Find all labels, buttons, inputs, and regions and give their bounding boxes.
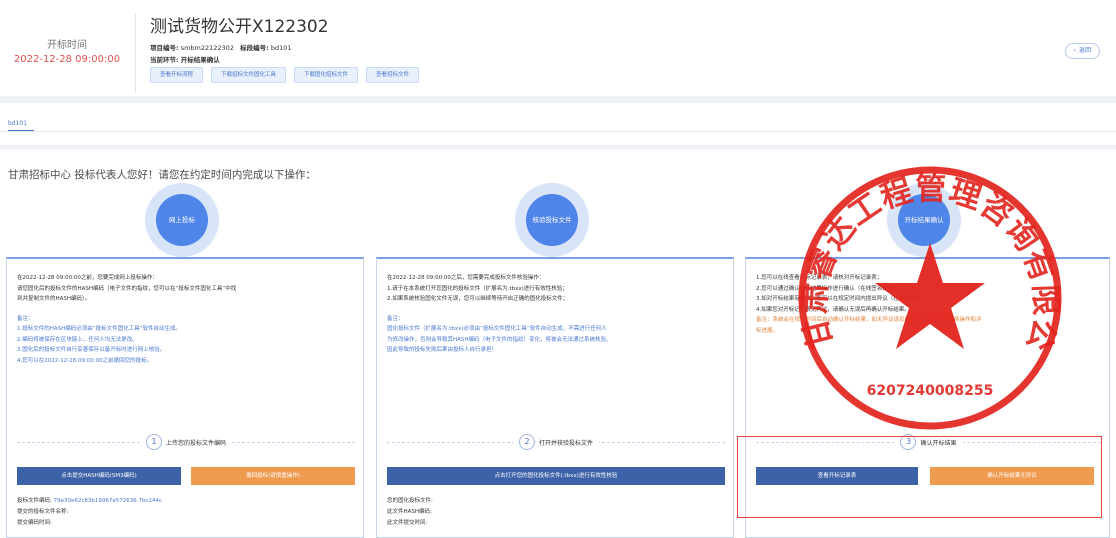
- step-label-verify-file: 核验投标文件: [526, 194, 578, 246]
- download-solidify-tool-button[interactable]: 下载招标文件固化工具: [211, 67, 287, 83]
- section-band: [0, 145, 1116, 149]
- instruction-line: 4.您可以在2022-12-28 09:00:00之前撤回您的投标。: [17, 357, 153, 364]
- section-no-label: 标段编号:: [240, 44, 269, 52]
- panel-instructions: 1.您可以在线查看开标记录表，请核对开标记录表； 2.您可以通过确认开标结果操作进…: [756, 273, 1094, 336]
- instruction-line: 备注：: [17, 315, 34, 322]
- greeting-text: 甘肃招标中心 投标代表人您好！请您在约定时间内完成以下操作：: [8, 169, 316, 181]
- step-label-online-bid: 网上投标: [156, 194, 208, 246]
- tab-bd101[interactable]: bd101: [8, 120, 27, 127]
- instruction-line: 因此导致的投标失败后果由投标人自行承担！: [387, 347, 498, 353]
- info-row: 此文件HASH编码:: [387, 507, 433, 518]
- instruction-line: 备注：系统会在规定时间后自动确认开标结果，如无异议请及时操作，以免影响后续操作和…: [756, 317, 982, 323]
- page-title: 测试货物公开X122302: [150, 17, 329, 37]
- instruction-line: 2.编码将被保存在区块链上，任何人均无法更改。: [17, 336, 138, 343]
- step-panel-online-bid: 在2022-12-28 09:00:00之前，您要完成网上投标操作： 请您固化后的…: [6, 257, 364, 538]
- instruction-line: 请您固化后的投标文件的HASH编码（电子文件的指纹，您可以在“投标文件固化工具”…: [17, 285, 237, 292]
- divider-label: 1 上传您的投标文件编码: [7, 434, 365, 450]
- divider-label: 2 打开并核验投标文件: [377, 434, 735, 450]
- instruction-line: 3.固化后的投标文件自行妥善保存以备开标时进行网上核验。: [17, 347, 166, 353]
- bid-opening-time-label: 开标时间: [47, 40, 87, 51]
- back-button[interactable]: ‹ 返回: [1064, 43, 1100, 59]
- step-label-confirm-result: 开标结果确认: [898, 194, 950, 246]
- header-button-row: 查看开标流程 下载招标文件固化工具 下载固化招标文件 查看招标文件: [150, 67, 420, 83]
- instruction-line: 1.您可以在线查看开标记录表，请核对开标记录表；: [756, 275, 883, 281]
- back-label: 返回: [1078, 47, 1091, 54]
- view-opening-process-button[interactable]: 查看开标流程: [150, 67, 204, 83]
- download-solidified-file-button[interactable]: 下载固化招标文件: [294, 67, 359, 83]
- instruction-line: 固化投标文件（扩展名为.tbxx)必须由“投标文件固化工具”软件自动生成，不需进…: [387, 326, 607, 332]
- info-row: 投标文件编码: 79e30e62c83b19967e572636 7bc244c: [17, 496, 162, 507]
- instruction-line: 到并复制文件的HASH编码）。: [17, 296, 91, 302]
- highlight-box: [737, 436, 1102, 518]
- info-row: 此文件提交时间:: [387, 518, 433, 529]
- instruction-line: 3.如对开标结果有异议，您可以在规定时间内提出异议（在线提交）；: [756, 296, 924, 302]
- project-meta: 项目编号: smbm22122302 标段编号: bd101: [150, 42, 292, 52]
- step-circle-confirm-result: 开标结果确认: [887, 183, 961, 257]
- project-no-label: 项目编号:: [150, 44, 179, 52]
- stage-value: 开标结果确认: [180, 56, 220, 64]
- info-label: 此文件提交时间:: [387, 520, 428, 526]
- bid-opening-time: 开标时间 2022-12-28 09:00:00: [8, 36, 126, 65]
- project-header: 开标时间 2022-12-28 09:00:00 测试货物公开X122302 项…: [0, 0, 1116, 100]
- view-tender-file-button[interactable]: 查看招标文件: [366, 67, 420, 83]
- step-circle-verify-file: 核验投标文件: [515, 183, 589, 257]
- bid-opening-time-value: 2022-12-28 09:00:00: [13, 54, 121, 65]
- bid-info: 投标文件编码: 79e30e62c83b19967e572636 7bc244c…: [17, 496, 162, 529]
- hash-value: 79e30e62c83b19967e572636 7bc244c: [53, 498, 163, 504]
- info-label: 提交编码时间:: [17, 520, 52, 526]
- header-divider: [135, 14, 136, 92]
- step-number: 1: [145, 434, 162, 450]
- panel-instructions: 在2022-12-28 09:00:00之后，您需要完成投标文件核验操作： 1.请…: [387, 273, 725, 356]
- back-arrow-icon: ‹: [1073, 47, 1076, 54]
- step-number: 2: [518, 434, 535, 450]
- file-info: 您的固化投标文件: 此文件HASH编码: 此文件提交时间:: [387, 496, 433, 529]
- info-label: 您的固化投标文件:: [387, 498, 433, 504]
- instruction-line: 为修改操作，否则会导致其HASH编码（电子文件的指纹）变化，将被会无法通过系统核…: [387, 336, 612, 343]
- instruction-line: 1.请于在本系统打开您固化的投标文件（扩展名为.tbxx)进行有效性核验；: [387, 285, 568, 292]
- info-label: 投标文件编码:: [17, 498, 52, 504]
- instruction-line: 标进展。: [756, 327, 779, 334]
- info-row: 提交编码时间:: [17, 518, 162, 529]
- divider-text: 上传您的投标文件编码: [165, 439, 226, 447]
- info-row: 提交的投标文件名称:: [17, 507, 162, 518]
- stage-label: 当前环节:: [150, 56, 179, 64]
- step-panel-verify-file: 在2022-12-28 09:00:00之后，您需要完成投标文件核验操作： 1.请…: [376, 257, 734, 538]
- instruction-line: 在2022-12-28 09:00:00之后，您需要完成投标文件核验操作：: [387, 275, 545, 281]
- open-verify-file-button[interactable]: 点击打开您的固化投标文件(.tbxx)进行有效性核验: [387, 467, 725, 485]
- info-label: 此文件HASH编码:: [387, 509, 432, 515]
- instruction-line: 2.您可以通过确认开标结果操作进行确认（在线签名确认）；: [756, 285, 902, 292]
- project-no: smbm22122302: [180, 44, 234, 52]
- tab-bar-line: [0, 131, 1116, 132]
- withdraw-bid-button[interactable]: 撤回投标(请慎重操作): [191, 467, 355, 485]
- header-band: [0, 96, 1116, 103]
- instruction-line: 在2022-12-28 09:00:00之前，您要完成网上投标操作：: [17, 275, 158, 281]
- panel-instructions: 在2022-12-28 09:00:00之前，您要完成网上投标操作： 请您固化后的…: [17, 273, 355, 366]
- divider-text: 打开并核验投标文件: [538, 439, 593, 447]
- info-label: 提交的投标文件名称:: [17, 509, 69, 515]
- step-circle-online-bid: 网上投标: [145, 183, 219, 257]
- info-row: 您的固化投标文件:: [387, 496, 433, 507]
- section-no: bd101: [270, 44, 292, 52]
- instruction-line: 4.如果您对开标记录表无异议，请确认无误后再确认开标结果。: [756, 306, 910, 313]
- stage-meta: 当前环节: 开标结果确认: [150, 54, 220, 64]
- submit-hash-button[interactable]: 点击提交HASH编码(SM3编码): [17, 467, 181, 485]
- instruction-line: 1.投标文件的HASH编码必须由“投标文件固化工具”软件自动生成。: [17, 326, 181, 332]
- instruction-line: 备注：: [387, 315, 404, 322]
- instruction-line: 2.如果系统核验固化文件无误，您可以继续等待开启正确的固化投标文件；: [387, 296, 569, 302]
